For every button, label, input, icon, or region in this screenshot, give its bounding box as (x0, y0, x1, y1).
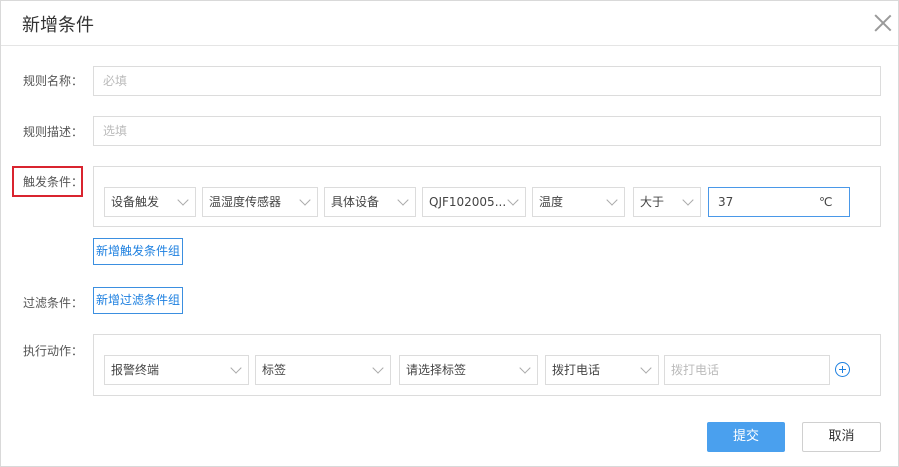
action-label: 执行动作： (23, 344, 84, 358)
close-icon[interactable] (873, 13, 893, 33)
chevron-down-icon (299, 194, 311, 206)
alarm-target-value: 报警终端 (111, 363, 160, 377)
chevron-down-icon (507, 194, 519, 206)
action-group: 报警终端 标签 请选择标签 拨打电话 拨打电话 (93, 334, 881, 396)
metric-value: 温度 (539, 195, 564, 209)
tag-select[interactable]: 请选择标签 (399, 355, 538, 385)
device-select[interactable]: QJF102005... (422, 187, 526, 217)
rule-name-label: 规则名称： (23, 74, 84, 88)
tag-value: 请选择标签 (406, 363, 467, 377)
trigger-group: 设备触发 温湿度传感器 具体设备 QJF102005... 温度 大于 37 ℃ (93, 166, 881, 227)
dialog-title: 新增条件 (22, 15, 94, 36)
sensor-type-select[interactable]: 温湿度传感器 (202, 187, 318, 217)
rule-desc-input[interactable]: 选填 (93, 116, 881, 146)
chevron-down-icon (397, 194, 409, 206)
add-action-icon[interactable] (835, 362, 850, 377)
chevron-down-icon (372, 362, 384, 374)
action-type-select[interactable]: 拨打电话 (545, 355, 659, 385)
chevron-down-icon (230, 362, 242, 374)
operator-select[interactable]: 大于 (633, 187, 701, 217)
rule-desc-label: 规则描述： (23, 125, 84, 139)
action-type-value: 拨打电话 (552, 363, 601, 377)
chevron-down-icon (177, 194, 189, 206)
trigger-label: 触发条件： (23, 175, 84, 189)
rule-name-input[interactable]: 必填 (93, 66, 881, 96)
threshold-value: 37 (718, 195, 734, 209)
device-scope-value: 具体设备 (331, 195, 380, 209)
threshold-input[interactable]: 37 ℃ (708, 187, 850, 217)
cancel-button[interactable]: 取消 (802, 422, 881, 452)
threshold-unit: ℃ (819, 195, 833, 209)
trigger-type-select[interactable]: 设备触发 (104, 187, 196, 217)
chevron-down-icon (606, 194, 618, 206)
add-condition-dialog: 新增条件 规则名称： 必填 规则描述： 选填 触发条件： 设备触发 温湿度传感器… (0, 0, 899, 467)
tag-type-value: 标签 (262, 363, 287, 377)
dialog-header: 新增条件 (1, 1, 898, 46)
tag-type-select[interactable]: 标签 (255, 355, 391, 385)
operator-value: 大于 (640, 195, 665, 209)
device-scope-select[interactable]: 具体设备 (324, 187, 416, 217)
trigger-type-value: 设备触发 (111, 195, 160, 209)
add-filter-group-button[interactable]: 新增过滤条件组 (93, 287, 184, 314)
add-trigger-group-button[interactable]: 新增触发条件组 (93, 238, 184, 265)
chevron-down-icon (640, 362, 652, 374)
sensor-type-value: 温湿度传感器 (209, 195, 282, 209)
device-value: QJF102005... (429, 195, 507, 209)
metric-select[interactable]: 温度 (532, 187, 625, 217)
alarm-target-select[interactable]: 报警终端 (104, 355, 249, 385)
chevron-down-icon (682, 194, 694, 206)
phone-input[interactable]: 拨打电话 (664, 355, 830, 385)
chevron-down-icon (519, 362, 531, 374)
filter-label: 过滤条件： (23, 296, 84, 310)
submit-button[interactable]: 提交 (707, 422, 785, 452)
